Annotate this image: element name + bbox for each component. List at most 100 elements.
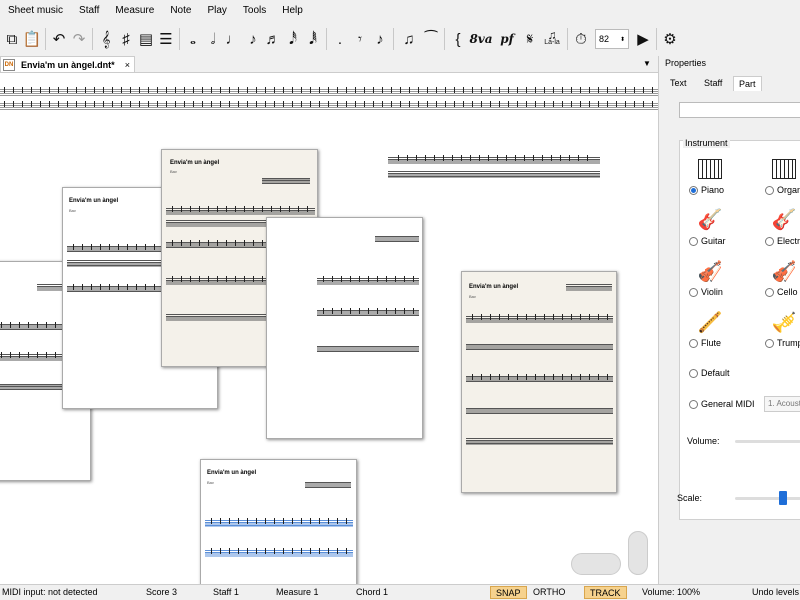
page-subtitle: Bav [207, 480, 214, 485]
half-note-icon[interactable]: 𝅗𝅥 [203, 25, 223, 53]
menu-play[interactable]: Play [199, 0, 234, 22]
instrument-cello[interactable]: Cello [765, 287, 798, 297]
instrument-electric[interactable]: Electric [765, 236, 800, 246]
instrument-piano[interactable]: Piano [689, 185, 724, 195]
track-toggle[interactable]: TRACK [584, 586, 627, 599]
page-subtitle: Bav [69, 208, 76, 213]
radio-piano[interactable] [689, 185, 698, 195]
copy-icon[interactable]: ⧉ [2, 25, 22, 53]
beam-icon[interactable]: ♫ [397, 25, 421, 53]
rest-icon[interactable]: 𝄾 [350, 25, 370, 53]
dynamics-button[interactable]: pf [494, 25, 520, 53]
violin-icon[interactable]: 🎻 [697, 258, 723, 284]
score-page[interactable]: Envia'm un àngel Bav [200, 459, 357, 584]
radio-trumpet[interactable] [765, 338, 774, 348]
piano-icon[interactable] [697, 156, 723, 182]
document-tab[interactable]: DN Envia'm un àngel.dnt* × [0, 56, 135, 72]
sixteenth-note-icon[interactable]: ♬ [263, 25, 283, 53]
score-system-fragment[interactable] [384, 153, 604, 183]
tie-icon[interactable]: ⁀ [421, 25, 441, 53]
dot-icon[interactable]: . [330, 25, 350, 53]
undo-icon[interactable]: ↶ [49, 25, 69, 53]
staff-text-icon[interactable]: ▤ [136, 25, 156, 53]
ortho-toggle[interactable]: ORTHO [528, 586, 570, 599]
part-name-input[interactable] [679, 102, 800, 118]
tempo-stepper[interactable]: 82 ⬍ [595, 29, 629, 49]
trumpet-icon[interactable]: 🎺 [771, 309, 797, 335]
paste-icon[interactable]: 📋 [22, 25, 42, 53]
midi-input-status: MIDI input: not detected [2, 587, 98, 597]
gear-icon[interactable]: ⚙ [660, 25, 680, 53]
tab-part[interactable]: Part [733, 76, 762, 91]
guitar-icon[interactable]: 🎸 [697, 206, 723, 232]
electric-guitar-icon[interactable]: 🎸 [771, 206, 797, 232]
flute-icon[interactable]: 🪈 [697, 309, 723, 335]
stepper-arrows-icon[interactable]: ⬍ [620, 36, 625, 43]
menu-help[interactable]: Help [274, 0, 311, 22]
radio-default[interactable] [689, 368, 698, 378]
instrument-general-midi[interactable]: General MIDI [689, 399, 755, 409]
clef-icon[interactable]: 𝄞 [96, 25, 116, 53]
toolbar-separator [444, 28, 445, 50]
radio-guitar[interactable] [689, 236, 698, 246]
chord-symbol-icon[interactable]: 𝄋 [520, 25, 540, 53]
radio-cello[interactable] [765, 287, 774, 297]
score-page[interactable] [266, 217, 423, 439]
whole-note-icon[interactable]: 𝅝 [183, 25, 203, 53]
radio-organ[interactable] [765, 185, 774, 195]
organ-icon[interactable] [771, 156, 797, 182]
quarter-note-icon[interactable]: ♩ [223, 25, 243, 53]
scale-slider-thumb[interactable] [779, 491, 787, 505]
tab-text[interactable]: Text [665, 76, 692, 91]
snap-toggle[interactable]: SNAP [490, 586, 527, 599]
play-icon[interactable]: ▶ [633, 25, 653, 53]
midi-instrument-select[interactable]: 1. Acoust [764, 396, 800, 412]
eighth-note-icon[interactable]: ♪ [243, 25, 263, 53]
instrument-label: Cello [777, 287, 798, 297]
cello-icon[interactable]: 🎻 [771, 258, 797, 284]
scale-slider[interactable] [735, 497, 800, 500]
instrument-default[interactable]: Default [689, 368, 730, 378]
close-tab-icon[interactable]: × [125, 60, 130, 70]
instrument-organ[interactable]: Organ [765, 185, 800, 195]
metronome-icon[interactable]: ⏱ [571, 25, 591, 53]
radio-violin[interactable] [689, 287, 698, 297]
radio-flute[interactable] [689, 338, 698, 348]
ottava-button[interactable]: 8va [468, 25, 494, 53]
tab-staff[interactable]: Staff [699, 76, 727, 91]
instrument-flute[interactable]: Flute [689, 338, 721, 348]
zoom-pan-control[interactable] [571, 553, 621, 575]
brace-icon[interactable]: { [448, 25, 468, 53]
instrument-label: Organ [777, 185, 800, 195]
sixty-fourth-note-icon[interactable]: 𝅘𝅥𝅱 [303, 25, 323, 53]
redo-icon[interactable]: ↷ [69, 25, 89, 53]
document-tab-title: Envia'm un àngel.dnt* [21, 59, 115, 70]
instrument-guitar[interactable]: Guitar [689, 236, 726, 246]
menu-staff[interactable]: Staff [71, 0, 107, 22]
lyrics-button[interactable]: ♫ La-la [540, 25, 564, 53]
menu-tools[interactable]: Tools [235, 0, 274, 22]
vertical-pan-control[interactable] [628, 531, 648, 575]
thirty-second-note-icon[interactable]: 𝅘𝅥𝅰 [283, 25, 303, 53]
instrument-violin[interactable]: Violin [689, 287, 723, 297]
menu-note[interactable]: Note [162, 0, 199, 22]
staff-lines-icon[interactable]: ☰ [156, 25, 176, 53]
menu-bar: Sheet music Staff Measure Note Play Tool… [0, 0, 800, 22]
score-canvas[interactable]: Envia'm un àngel Bav Envia'm un àngel Ba… [0, 72, 658, 584]
default-label: Default [701, 368, 730, 378]
volume-slider[interactable] [735, 440, 800, 443]
radio-general-midi[interactable] [689, 399, 698, 409]
score-overview-strip[interactable] [0, 85, 658, 115]
tab-scroll-down-icon[interactable]: ▼ [643, 59, 651, 68]
menu-sheet-music[interactable]: Sheet music [0, 0, 71, 22]
properties-panel: Properties Text Staff Part Instrument Pi… [658, 56, 800, 584]
instrument-trumpet[interactable]: Trumpet [765, 338, 800, 348]
grace-note-icon[interactable]: ♪ [370, 25, 390, 53]
score-page[interactable]: Envia'm un àngel Bav [461, 271, 617, 493]
staff [466, 408, 613, 415]
toolbar-separator [326, 28, 327, 50]
page-title: Envia'm un àngel [207, 470, 257, 476]
radio-electric[interactable] [765, 236, 774, 246]
key-signature-icon[interactable]: ♯ [116, 25, 136, 53]
menu-measure[interactable]: Measure [107, 0, 162, 22]
